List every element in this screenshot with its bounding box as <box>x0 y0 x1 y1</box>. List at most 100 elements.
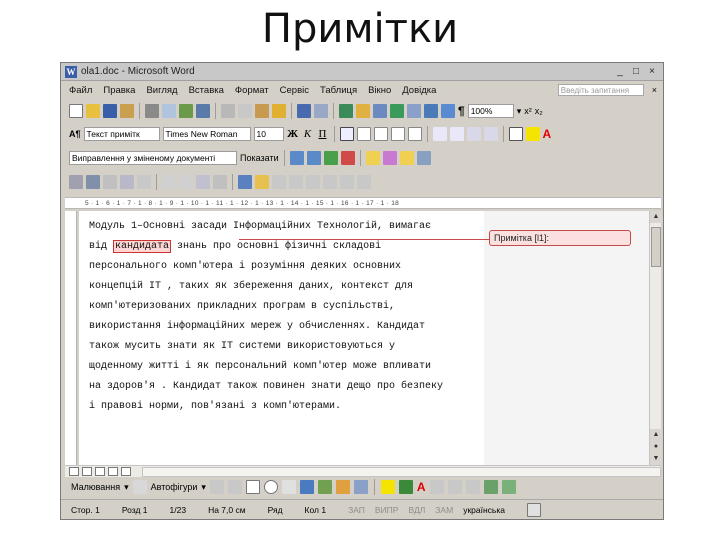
menu-file[interactable]: Файл <box>69 85 92 96</box>
research-icon[interactable] <box>196 104 210 118</box>
diagram-icon[interactable] <box>317 480 332 494</box>
previous-change-icon[interactable] <box>289 151 304 165</box>
browse-object-icon[interactable]: ● <box>650 441 662 453</box>
line-color-icon[interactable] <box>398 480 413 494</box>
chevron-down-icon[interactable]: ▾ <box>517 106 522 117</box>
insert-table-icon[interactable] <box>373 104 387 118</box>
oval-icon[interactable] <box>263 480 278 494</box>
menu-view[interactable]: Вигляд <box>146 85 177 96</box>
format-painter-icon[interactable] <box>272 104 286 118</box>
columns-icon[interactable] <box>407 104 421 118</box>
undo-icon[interactable] <box>297 104 311 118</box>
previous-page-icon[interactable]: ▲ <box>650 429 662 441</box>
line-icon[interactable] <box>209 480 224 494</box>
vertical-ruler[interactable] <box>65 211 77 465</box>
eraser-icon[interactable] <box>255 175 269 189</box>
menu-table[interactable]: Таблиця <box>320 85 357 96</box>
drawing-icon[interactable] <box>424 104 438 118</box>
textbox-icon[interactable] <box>281 480 296 494</box>
align-center-icon[interactable] <box>356 127 371 141</box>
reading-view-button[interactable] <box>121 467 131 476</box>
menu-window[interactable]: Вікно <box>368 85 391 96</box>
tables-borders-icon[interactable] <box>356 104 370 118</box>
document-paragraph[interactable]: Модуль 1–Основні засади Інформаційних Те… <box>89 217 449 417</box>
scroll-thumb[interactable] <box>651 227 661 267</box>
save-icon[interactable] <box>103 104 117 118</box>
rectangle-icon[interactable] <box>245 480 260 494</box>
line-style-icon[interactable] <box>429 480 444 494</box>
hyperlink-icon[interactable] <box>339 104 353 118</box>
paste-icon[interactable] <box>255 104 269 118</box>
chart-icon[interactable] <box>86 175 100 189</box>
next-change-icon[interactable] <box>306 151 321 165</box>
3d-icon[interactable] <box>501 480 516 494</box>
merge-cells-icon[interactable] <box>289 175 303 189</box>
cut-icon[interactable] <box>221 104 235 118</box>
line-style-icon[interactable] <box>137 175 151 189</box>
accept-change-icon[interactable] <box>323 151 338 165</box>
document-area[interactable]: Модуль 1–Основні засади Інформаційних Те… <box>79 211 649 465</box>
new-icon[interactable] <box>69 104 83 118</box>
font-color-icon[interactable]: A <box>417 480 426 494</box>
vertical-scrollbar[interactable]: ▲ ▲ ● ▼ <box>649 211 662 465</box>
font-color-icon[interactable]: A <box>543 127 552 141</box>
outline-view-button[interactable] <box>108 467 118 476</box>
clipart-icon[interactable] <box>335 480 350 494</box>
maximize-button[interactable]: □ <box>629 66 643 78</box>
status-trk[interactable]: ВИПР <box>375 505 399 515</box>
align-left-icon[interactable] <box>339 127 354 141</box>
distribute-rows-icon[interactable] <box>340 175 354 189</box>
font-dropdown[interactable]: Times New Roman <box>162 127 251 141</box>
comment-balloon[interactable]: Примітка [l1]: <box>489 230 631 246</box>
select-objects-icon[interactable] <box>132 480 147 494</box>
superscript-button[interactable]: x² <box>524 106 532 116</box>
wordart-icon[interactable] <box>299 480 314 494</box>
line-spacing-icon[interactable] <box>407 127 422 141</box>
reset-picture-icon[interactable] <box>213 175 227 189</box>
print-view-button[interactable] <box>95 467 105 476</box>
reject-change-icon[interactable] <box>340 151 355 165</box>
bold-button[interactable]: Ж <box>287 128 299 140</box>
show-hide-icon[interactable]: ¶ <box>458 104 465 118</box>
styles-icon[interactable]: A¶ <box>69 129 81 139</box>
print-preview-icon[interactable] <box>162 104 176 118</box>
next-page-icon[interactable]: ▼ <box>650 453 662 465</box>
decrease-indent-icon[interactable] <box>466 127 481 141</box>
set-transparent-icon[interactable] <box>196 175 210 189</box>
draw-menu-button[interactable]: Малювання <box>71 482 120 492</box>
insert-rows-icon[interactable] <box>272 175 286 189</box>
help-search-input[interactable]: Введіть запитання <box>557 84 644 96</box>
spelling-status-icon[interactable] <box>526 502 541 517</box>
arrow-style-icon[interactable] <box>465 480 480 494</box>
subscript-button[interactable]: x₂ <box>535 106 543 116</box>
underline-button[interactable]: П <box>317 128 329 140</box>
print-icon[interactable] <box>145 104 159 118</box>
menu-edit[interactable]: Правка <box>103 85 135 96</box>
scroll-up-icon[interactable]: ▲ <box>650 211 662 223</box>
insert-picture-icon[interactable] <box>353 480 368 494</box>
show-markup-button[interactable]: Показати <box>240 153 279 163</box>
menu-tools[interactable]: Сервіс <box>280 85 309 96</box>
style-dropdown[interactable]: Текст примітк <box>83 127 160 141</box>
shadow-icon[interactable] <box>483 480 498 494</box>
close-button[interactable]: × <box>645 66 659 78</box>
justify-icon[interactable] <box>390 127 405 141</box>
crop-icon[interactable] <box>103 175 117 189</box>
arrow-icon[interactable] <box>227 480 242 494</box>
italic-button[interactable]: К <box>302 128 314 140</box>
redo-icon[interactable] <box>314 104 328 118</box>
horizontal-scroll-track[interactable] <box>142 466 661 477</box>
increase-indent-icon[interactable] <box>483 127 498 141</box>
split-cells-icon[interactable] <box>306 175 320 189</box>
spelling-icon[interactable] <box>179 104 193 118</box>
font-size-dropdown[interactable]: 10 <box>253 127 284 141</box>
commented-text[interactable]: кандидата <box>113 240 172 253</box>
dash-style-icon[interactable] <box>447 480 462 494</box>
draw-table-icon[interactable] <box>238 175 252 189</box>
highlight-icon[interactable] <box>525 127 540 141</box>
new-comment-icon[interactable] <box>365 151 380 165</box>
autoshapes-menu-button[interactable]: Автофігури <box>151 482 198 492</box>
permission-icon[interactable] <box>120 104 134 118</box>
rotate-icon[interactable] <box>120 175 134 189</box>
web-view-button[interactable] <box>82 467 92 476</box>
